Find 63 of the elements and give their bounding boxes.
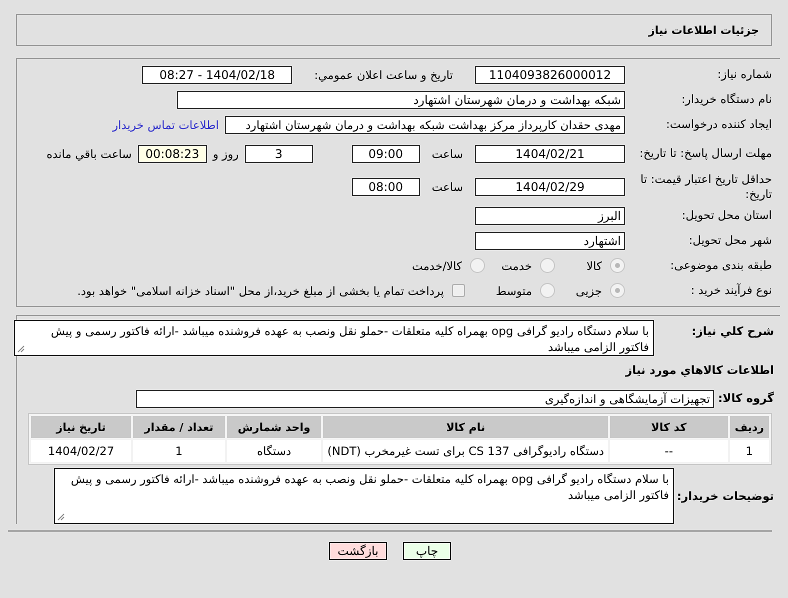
radio-button[interactable]	[540, 283, 555, 298]
column-header: نام کالا	[323, 416, 608, 438]
field-label: شهر محل تحویل:	[688, 233, 772, 248]
field-label: توضیحات خریدار:	[676, 488, 774, 504]
radio-button[interactable]	[610, 258, 625, 273]
remaining-time-field: 00:08:23	[138, 144, 207, 162]
date-field: 1404/02/21	[475, 144, 625, 162]
date-field: 1404/02/29	[475, 178, 625, 196]
table-cell: دستگاه رادیوگرافی CS 137 برای تست غیرمخرب (NDT)	[323, 440, 608, 462]
time-label: ساعت	[432, 146, 463, 160]
field-label: ایجاد کننده درخواست:	[665, 117, 772, 132]
back-button[interactable]: بازگشت	[329, 542, 387, 560]
buyer-contact-link[interactable]: اطلاعات تماس خریدار	[112, 118, 219, 132]
creator-field: مهدی حقدان کارپرداز مرکز بهداشت شبکه بهداشت و درمان شهرستان اشتهارد	[225, 116, 625, 134]
field-label: طبقه بندی موضوعی:	[669, 258, 772, 273]
time-field: 08:00	[352, 178, 420, 196]
resize-grip-icon[interactable]	[17, 345, 25, 353]
announce-date-field: 1404/02/18 - 08:27	[142, 66, 292, 84]
table-cell: دستگاه	[226, 440, 322, 462]
field-label: شماره نیاز:	[716, 67, 772, 82]
province-field: البرز	[475, 206, 625, 224]
radio-button[interactable]	[540, 258, 555, 273]
field-label: تاریخ و ساعت اعلان عمومي:	[314, 68, 453, 82]
field-label: گروه کالا:	[717, 391, 774, 406]
field-label: شرح کلي نیاز:	[690, 323, 774, 339]
column-header: کد کالا	[610, 416, 728, 438]
buyer-notes-field: با سلام دستگاه رادیو گرافی opg بهمراه کلیه متعلقات -حملو نقل ونصب به عهده فروشنده میباشد -ارائه فاکتور رسمی و پیش فاکتور الزامی میباشد	[54, 468, 674, 524]
need-number-field: 1104093826000012	[475, 66, 625, 84]
buyer-field: شبکه بهداشت و درمان شهرستان اشتهارد	[177, 90, 625, 108]
resize-grip-icon[interactable]	[57, 513, 65, 521]
field-label: مهلت ارسال پاسخ: تا تاریخ:	[638, 146, 772, 161]
field-label: حداقل تاریخ اعتبار قیمت: تا تاریخ:	[639, 172, 772, 202]
field-label: نوع فرآیند خرید :	[690, 283, 772, 298]
city-field: اشتهارد	[475, 232, 625, 250]
time-field: 09:00	[352, 144, 420, 162]
table-cell: --	[610, 440, 728, 462]
time-label: ساعت	[432, 180, 463, 194]
table-cell: 1404/02/27	[31, 440, 132, 462]
radio-button[interactable]	[470, 258, 485, 273]
option-label: خدمت	[501, 258, 532, 272]
field-label: استان محل تحویل:	[680, 208, 772, 223]
field-label: نام دستگاه خریدار:	[680, 92, 772, 107]
page-title: جزئیات اطلاعات نیاز	[648, 24, 759, 36]
days-label: روز و	[212, 146, 239, 160]
print-button[interactable]: چاپ	[403, 542, 451, 560]
section-heading: اطلاعات کالاهاي مورد نیاز	[624, 363, 774, 378]
table-cell: 1	[730, 440, 769, 462]
description-field: با سلام دستگاه رادیو گرافی opg بهمراه کلیه متعلقات -حملو نقل ونصب به عهده فروشنده میباشد -ارائه فاکتور رسمی و پیش فاکتور الزامی میباشد	[14, 320, 654, 356]
column-header: تاریخ نیاز	[31, 416, 132, 438]
column-header: واحد شمارش	[226, 416, 322, 438]
column-header: ردیف	[730, 416, 769, 438]
checkbox[interactable]	[452, 284, 465, 297]
option-label: متوسط	[496, 284, 532, 298]
option-label: کالا	[586, 258, 602, 272]
column-header: تعداد / مقدار	[133, 416, 225, 438]
option-label: جزیی	[576, 284, 602, 298]
table-cell: 1	[133, 440, 225, 462]
checkbox-label: پرداخت تمام یا بخشی از مبلغ خرید،از محل "اسناد خزانه اسلامی" خواهد بود.	[77, 284, 444, 298]
days-field: 3	[244, 144, 313, 162]
radio-button[interactable]	[610, 283, 625, 298]
goods-group-field: تجهیزات آزمایشگاهی و اندازه‌گیری	[136, 390, 714, 408]
remaining-label: ساعت باقي مانده	[46, 146, 132, 160]
option-label: کالا/خدمت	[412, 258, 462, 272]
